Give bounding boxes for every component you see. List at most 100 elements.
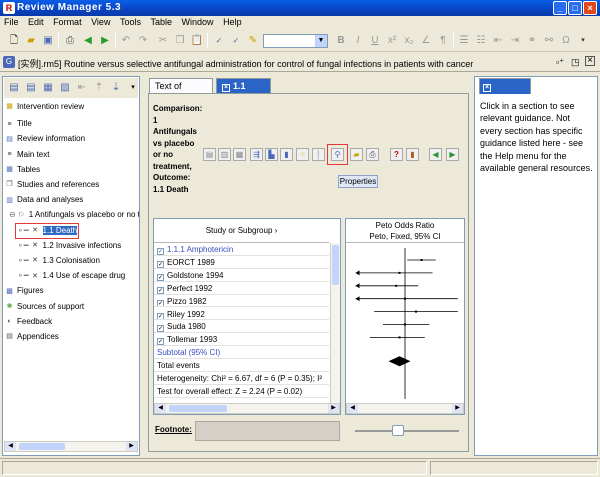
- move-up-icon[interactable]: ⇡: [91, 80, 107, 95]
- track-changes-icon[interactable]: ✎: [245, 33, 261, 48]
- restore-icon[interactable]: ◳: [571, 57, 580, 68]
- indent-icon[interactable]: ⇥: [507, 33, 523, 48]
- zoom-slider-track[interactable]: [355, 430, 459, 432]
- row-checkbox[interactable]: ✓: [157, 273, 164, 281]
- superscript-icon[interactable]: x²: [384, 33, 400, 48]
- outline-item[interactable]: ▥ Data and analyses: [5, 194, 83, 206]
- funnel-plot-icon[interactable]: ⁘: [296, 148, 309, 161]
- edit-icon[interactable]: ▦: [40, 80, 56, 95]
- scroll-left-icon[interactable]: ◀: [347, 404, 358, 413]
- data-columns-icon[interactable]: ▥: [218, 148, 231, 161]
- outline-item[interactable]: ▤ Review information: [5, 133, 85, 145]
- add-note-icon[interactable]: ▰: [350, 148, 363, 161]
- scroll-right-icon[interactable]: ▶: [452, 404, 463, 413]
- grid-vscroll[interactable]: [330, 243, 340, 403]
- outline-item[interactable]: ⚬━ ✕ 1.1 Death: [14, 222, 80, 239]
- scroll-thumb[interactable]: [169, 405, 227, 412]
- table-row[interactable]: Test for overall effect: Z = 2.24 (P = 0…: [154, 386, 329, 398]
- table-row[interactable]: ✓ EORCT 1989: [154, 257, 329, 269]
- forward-icon[interactable]: ▶: [97, 33, 113, 48]
- print-icon[interactable]: ⎙: [62, 33, 78, 48]
- toolbar-more-icon[interactable]: ▾: [575, 33, 591, 48]
- outline-item[interactable]: ▦ Tables: [5, 164, 40, 176]
- menu-file[interactable]: File: [4, 16, 19, 29]
- outline-item[interactable]: ⚬━ ✕ 1.3 Colonisation: [17, 255, 100, 267]
- row-checkbox[interactable]: ✓: [157, 248, 164, 255]
- open-icon[interactable]: ▰: [23, 33, 39, 48]
- row-checkbox[interactable]: ✓: [157, 286, 164, 294]
- bold-icon[interactable]: B: [333, 33, 349, 48]
- outline-item[interactable]: ◐ Feedback: [5, 316, 52, 328]
- menu-edit[interactable]: Edit: [28, 16, 44, 29]
- previous-icon[interactable]: ◀: [429, 148, 442, 161]
- outline-item[interactable]: ≡ Title: [5, 118, 31, 130]
- menu-format[interactable]: Format: [53, 16, 82, 29]
- bullet-list-icon[interactable]: ☰: [456, 33, 472, 48]
- table-row[interactable]: ✓ 1.1.1 Amphotericin: [154, 244, 329, 256]
- outline-item[interactable]: ❐ Studies and references: [5, 179, 99, 191]
- tree-expander-icon[interactable]: ⊖: [9, 210, 16, 219]
- symbol-icon[interactable]: Ω: [558, 33, 574, 48]
- zoom-slider-thumb[interactable]: [392, 425, 404, 436]
- table-row[interactable]: ✓ Goldstone 1994: [154, 270, 329, 282]
- new-icon[interactable]: 🗋: [6, 33, 22, 48]
- grid-hscroll[interactable]: ◀ ▶: [154, 403, 340, 414]
- undo-icon[interactable]: ↶: [118, 33, 134, 48]
- notes-icon[interactable]: ▮: [406, 148, 419, 161]
- scroll-left-icon[interactable]: ◀: [5, 442, 16, 451]
- table-row[interactable]: Heterogeneity: Chi² = 6.67, df = 6 (P = …: [154, 373, 329, 385]
- menu-view[interactable]: View: [91, 16, 110, 29]
- table-row[interactable]: ✓ Tollemar 1993: [154, 334, 329, 347]
- grid-vscroll-thumb[interactable]: [332, 245, 339, 285]
- print-forest-icon[interactable]: ⎙: [366, 148, 379, 161]
- tab-text-of-review[interactable]: Text of Review: [149, 78, 213, 106]
- cut-icon[interactable]: ✂: [155, 33, 171, 48]
- outline-item[interactable]: ⊖ ⚐ 1 Antifungals vs placebo or no t: [9, 209, 139, 221]
- special-char-icon[interactable]: ¶: [435, 33, 451, 48]
- next-icon[interactable]: ▶: [446, 148, 459, 161]
- save-icon[interactable]: ▣: [40, 33, 56, 48]
- properties-small-icon[interactable]: ▤: [23, 80, 39, 95]
- footnote-field[interactable]: [195, 421, 340, 441]
- redo-icon[interactable]: ↷: [135, 33, 151, 48]
- maximize-icon[interactable]: □: [568, 1, 582, 15]
- sort-icon[interactable]: ⇶: [250, 148, 263, 161]
- outdent-icon[interactable]: ⇤: [490, 33, 506, 48]
- float-icon[interactable]: ▫⁺: [556, 57, 564, 68]
- menu-window[interactable]: Window: [182, 16, 214, 29]
- table-row[interactable]: ✓ Pizzo 1982: [154, 296, 329, 308]
- underline-icon[interactable]: U: [367, 33, 383, 48]
- spellcheck-icon[interactable]: ✓: [211, 33, 227, 48]
- table-row[interactable]: Subtotal (95% CI): [154, 347, 329, 360]
- data-rows-icon[interactable]: ▦: [233, 148, 246, 161]
- scroll-right-icon[interactable]: ▶: [126, 442, 137, 451]
- outline-more-icon[interactable]: ▾: [125, 80, 141, 95]
- scroll-left-icon[interactable]: ◀: [155, 404, 166, 413]
- window-title-bar[interactable]: R Review Manager 5.3 _ □ ×: [0, 0, 600, 16]
- move-left-icon[interactable]: ⇤: [74, 80, 90, 95]
- grid-header[interactable]: Study or Subgroup ›: [154, 219, 329, 243]
- tab-1-1-death[interactable]: ×1.1 Death: [216, 78, 271, 106]
- outline-item[interactable]: ⚬━ ✕ 1.2 Invasive infections: [17, 240, 121, 252]
- scroll-right-icon[interactable]: ▶: [328, 404, 339, 413]
- font-size-combo[interactable]: ▼: [263, 34, 328, 48]
- outline-item[interactable]: ⚬━ ✕ 1.4 Use of escape drug: [17, 270, 125, 282]
- minimize-icon[interactable]: _: [553, 1, 567, 15]
- close-document-icon[interactable]: ×: [585, 56, 595, 66]
- subscript-icon[interactable]: x₂: [401, 33, 417, 48]
- table-row[interactable]: ✓ Suda 1980: [154, 321, 329, 334]
- row-checkbox[interactable]: ✓: [157, 299, 164, 307]
- forest-plot-icon[interactable]: ▮: [280, 148, 293, 161]
- copy-icon[interactable]: ❐: [172, 33, 188, 48]
- add-item-icon[interactable]: ▤: [6, 80, 22, 95]
- outline-item[interactable]: ▩ Figures: [5, 285, 44, 297]
- move-down-icon[interactable]: ⇣: [108, 80, 124, 95]
- table-row[interactable]: ✓ Perfect 1992: [154, 283, 329, 295]
- table-row[interactable]: ✓ Riley 1992: [154, 309, 329, 321]
- outline-item[interactable]: ▤ Appendices: [5, 331, 59, 343]
- outline-item[interactable]: ≡ Main text: [5, 149, 49, 161]
- row-checkbox[interactable]: ✓: [157, 312, 164, 320]
- italic-icon[interactable]: I: [350, 33, 366, 48]
- tab-close-icon[interactable]: ×: [222, 84, 230, 92]
- unlink-icon[interactable]: ⚯: [541, 33, 557, 48]
